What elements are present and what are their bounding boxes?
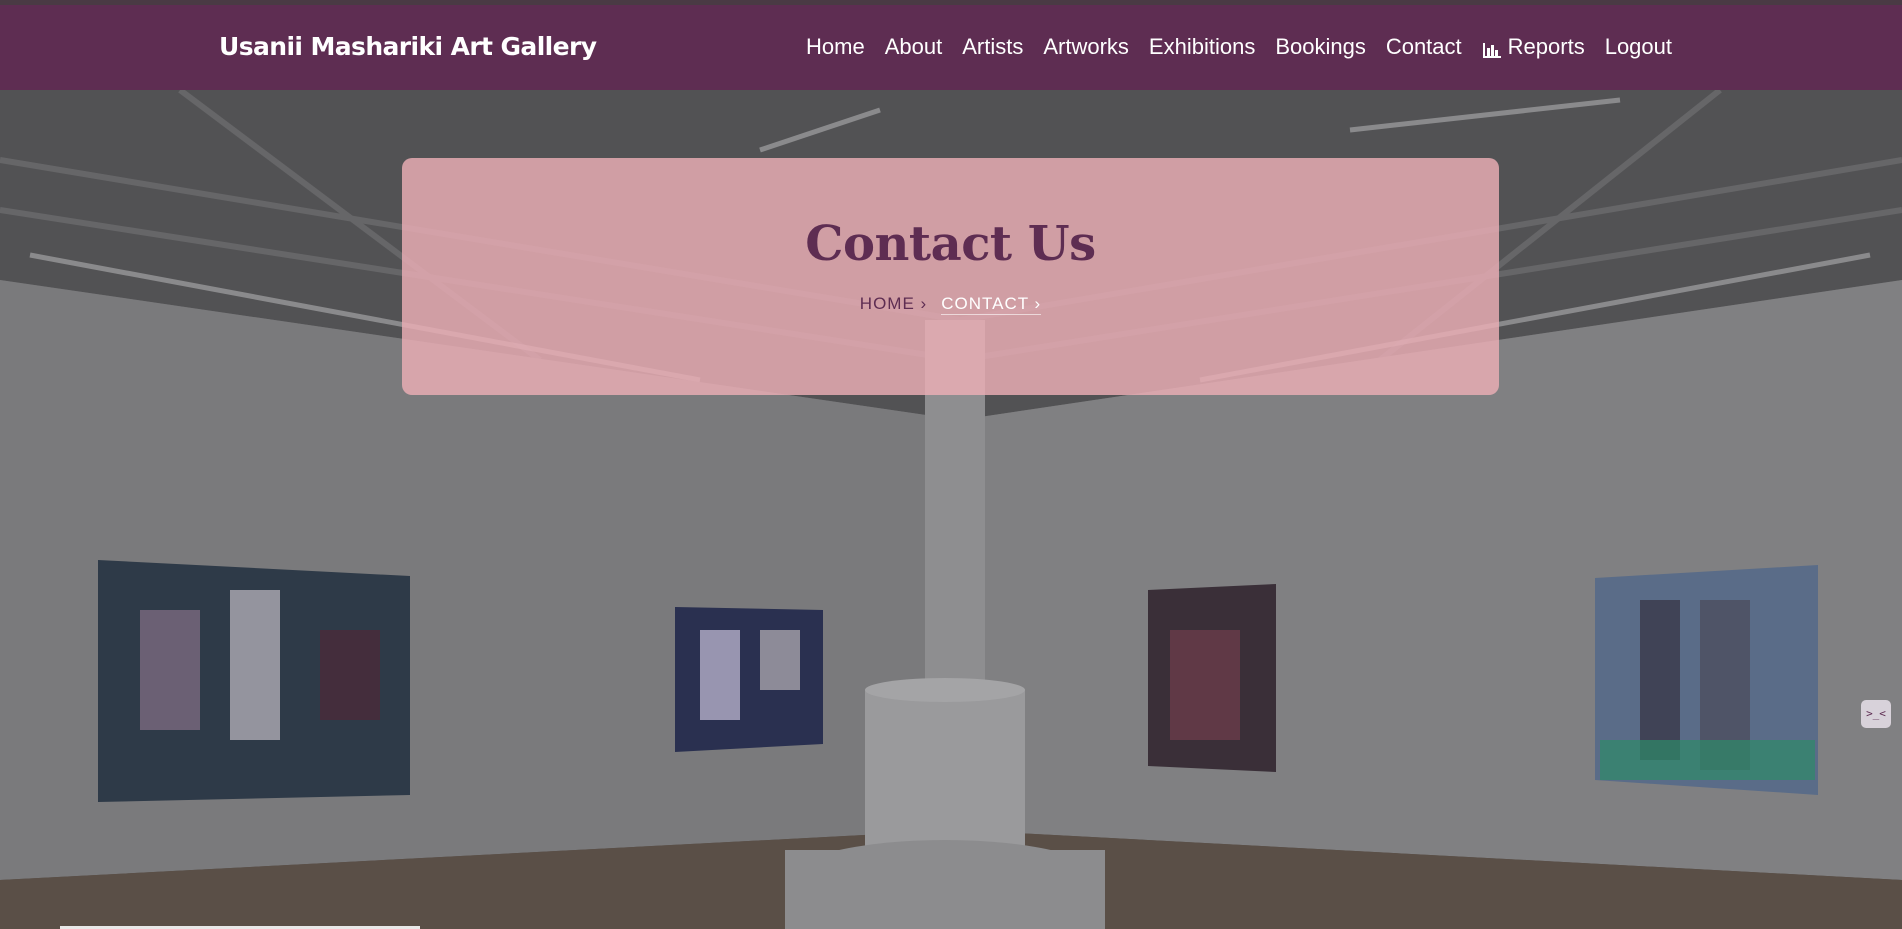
nav-item-about[interactable]: About (885, 34, 943, 60)
nav-item-home[interactable]: Home (806, 34, 865, 60)
breadcrumb-current-label: CONTACT (941, 294, 1029, 313)
nav-item-label: Artists (962, 34, 1024, 59)
floating-helper-button[interactable]: >_< (1861, 700, 1891, 728)
nav-item-artists[interactable]: Artists (962, 34, 1023, 60)
nav-item-label: Exhibitions (1148, 34, 1256, 59)
navbar: Usanii Mashariki Art Gallery Home About … (0, 5, 1902, 90)
nav-item-bookings[interactable]: Bookings (1275, 34, 1366, 60)
breadcrumb-home[interactable]: HOME › (860, 294, 927, 315)
nav-item-label: Home (806, 34, 865, 59)
nav-item-exhibitions[interactable]: Exhibitions (1149, 34, 1255, 60)
nav-item-contact[interactable]: Contact (1386, 34, 1462, 60)
nav-item-label: Logout (1604, 34, 1672, 59)
chevron-right-icon: › (920, 294, 928, 313)
hero-section: Contact Us HOME › CONTACT › (0, 90, 1902, 929)
bar-chart-icon (1482, 39, 1502, 58)
nav-item-label: Reports (1507, 34, 1585, 59)
brand-logo[interactable]: Usanii Mashariki Art Gallery (219, 32, 597, 61)
nav-menu: Home About Artists Artworks Exhibitions … (806, 34, 1672, 60)
chevron-right-icon: › (1034, 294, 1042, 313)
nav-item-label: About (884, 34, 943, 59)
breadcrumb: HOME › CONTACT › (402, 294, 1499, 315)
nav-item-label: Bookings (1275, 34, 1366, 59)
page-banner: Contact Us HOME › CONTACT › (402, 158, 1499, 395)
breadcrumb-current[interactable]: CONTACT › (941, 294, 1042, 315)
nav-item-label: Contact (1385, 34, 1462, 59)
breadcrumb-home-label: HOME (859, 294, 915, 313)
nav-item-artworks[interactable]: Artworks (1043, 34, 1129, 60)
page-title: Contact Us (805, 216, 1096, 272)
nav-item-reports[interactable]: Reports (1482, 34, 1585, 60)
nav-item-logout[interactable]: Logout (1605, 34, 1672, 60)
nav-item-label: Artworks (1043, 34, 1129, 59)
